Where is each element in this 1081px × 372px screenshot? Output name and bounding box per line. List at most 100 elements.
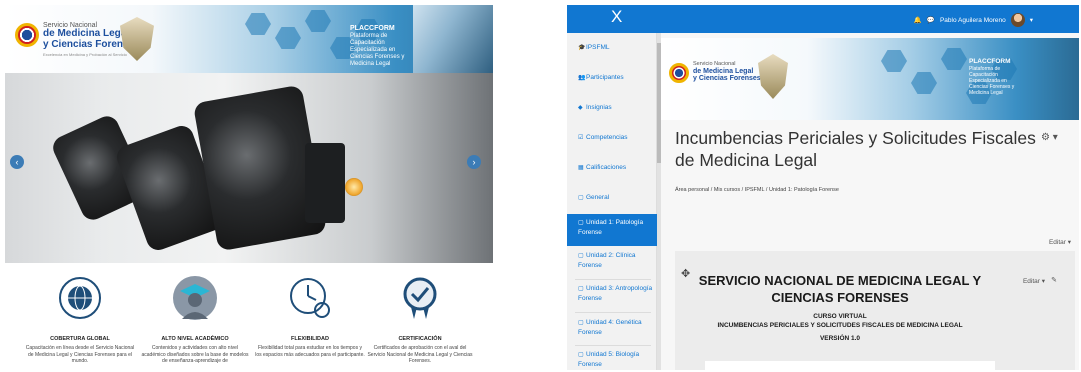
feature-certification: CERTIFICACIÓN Certificados de aprobación… [365,275,475,365]
sidebar-item-unit-5[interactable]: ▢ Unidad 5: Biología Forense [567,350,657,370]
user-name[interactable]: Pablo Aguilera Moreno [940,17,1006,24]
sidebar-item-general[interactable]: ▢ General [567,193,657,203]
sidebar-divider [575,279,651,280]
lamp-light [345,178,363,196]
certificate-icon [403,277,437,319]
check-icon: ☑ [578,135,584,141]
course-page-panel: X 🔔 💬 Pablo Aguilera Moreno ▾ 🎓IPSFML 👥P… [567,5,1079,370]
institution-logo-icon [669,63,689,83]
logo-line3: y Ciencias Forenses [693,75,761,83]
feature-flexibility: FLEXIBILIDAD Flexibilidad total para est… [255,275,365,358]
features-section: COBERTURA GLOBAL Capacitación en línea d… [5,275,493,370]
sidebar-item-label: IPSFML [586,44,610,51]
folder-icon: ▢ [578,195,584,201]
sidebar-item-unit-1[interactable]: ▢ Unidad 1: Patología Forense [567,214,657,246]
feature-description: Capacitación en línea desde el Servicio … [25,345,135,364]
placcform-text: Plataforma de Capacitación Especializada… [350,33,405,67]
sidebar-item-label: Unidad 1: Patología Forense [578,219,644,236]
section-edit-button[interactable]: Editar ▾ [1023,277,1045,285]
crest-icon [758,54,788,99]
sidebar-item-label: Unidad 5: Biología Forense [578,351,640,368]
section-subtitle-name: INCUMBENCIAS PERICIALES Y SOLICITUDES FI… [717,322,963,329]
sidebar-divider [575,345,651,346]
feature-description: Certificados de aprobación con el aval d… [367,345,473,364]
folder-icon: ▢ [578,286,584,292]
chat-icon[interactable]: 💬 [927,16,935,24]
sidebar-item-label: Unidad 3: Antropología Forense [578,285,653,302]
placcform-text: Plataforma de Capacitación Especializada… [969,65,1015,96]
placcform-banner: PLACCFORM Plataforma de Capacitación Esp… [969,58,1024,96]
top-navbar: X 🔔 💬 Pablo Aguilera Moreno ▾ [567,5,1079,33]
folder-icon: ▢ [578,253,584,259]
users-icon: 👥 [578,75,586,81]
main-content: Servicio Nacional de Medicina Legal y Ci… [661,33,1079,370]
edit-menu-button[interactable]: Editar ▾ [1049,238,1071,246]
sidebar-item-ipsfml[interactable]: 🎓IPSFML [567,43,657,53]
sidebar-item-label: Participantes [586,74,624,81]
edit-label: Editar [1048,239,1066,246]
sidebar-item-label: Insignias [586,104,612,111]
institution-name: Servicio Nacional de Medicina Legal y Ci… [693,61,761,83]
graduation-cap-icon: 🎓 [578,45,586,51]
sidebar-item-unit-3[interactable]: ▢ Unidad 3: Antropología Forense [567,284,657,304]
feature-title: FLEXIBILIDAD [291,336,329,342]
clock-icon [290,278,330,318]
feature-title: CERTIFICACIÓN [398,336,442,342]
site-header: Servicio Nacional de Medicina Legal y Ci… [5,5,493,73]
sidebar-item-label: General [586,194,610,201]
feature-description: Flexibilidad total para estudiar en los … [255,345,365,358]
sidebar-item-badges[interactable]: ◆ Insignias [567,103,657,113]
grid-icon: ▦ [578,165,584,171]
slider-prev-button[interactable]: ‹ [10,155,24,169]
microscope-arm [305,143,345,223]
sidebar-divider [575,312,651,313]
content-box [705,361,995,370]
folder-icon: ▢ [578,352,584,358]
avatar[interactable] [1010,13,1025,27]
header-photo [413,5,493,73]
institution-logo-icon[interactable] [15,23,39,47]
sidebar-item-label: Unidad 2: Clínica Forense [578,252,636,269]
sidebar-item-label: Competencias [586,134,628,141]
graduate-icon [173,276,217,320]
sidebar-item-competencies[interactable]: ☑ Competencias [567,133,657,143]
course-section: ✥ SERVICIO NACIONAL DE MEDICINA LEGAL Y … [675,251,1075,370]
logo-tagline: Excelencia en Medicina y Probación al Se… [43,52,127,58]
edit-label: Editar [1022,278,1040,285]
gear-icon[interactable]: ⚙ ▾ [1041,132,1058,143]
close-drawer-button[interactable]: X [611,7,622,27]
sidebar-item-label: Calificaciones [586,164,627,171]
feature-academic-level: ALTO NIVEL ACADÉMICO Contenidos y activi… [140,275,250,365]
folder-icon: ▢ [578,220,584,226]
page-title: Incumbencias Periciales y Solicitudes Fi… [675,128,1036,170]
course-navigation-drawer: 🎓IPSFML 👥Participantes ◆ Insignias ☑ Compe… [567,33,657,370]
landing-page-panel: Servicio Nacional de Medicina Legal y Ci… [5,5,493,370]
user-menu[interactable]: 🔔 💬 Pablo Aguilera Moreno ▾ [914,13,1033,27]
sidebar-item-label: Unidad 4: Genética Forense [578,319,642,336]
section-version: VERSIÓN 1.0 [819,335,861,342]
breadcrumb[interactable]: Área personal / Mis cursos / IPSFML / Un… [675,187,839,193]
bell-icon[interactable]: 🔔 [914,16,922,24]
sidebar-item-unit-4[interactable]: ▢ Unidad 4: Genética Forense [567,318,657,338]
folder-icon: ▢ [578,320,584,326]
placcform-banner: PLACCFORM Plataforma de Capacitación Esp… [350,25,410,68]
chevron-down-icon[interactable]: ▾ [1030,16,1033,24]
course-header-banner: Servicio Nacional de Medicina Legal y Ci… [661,38,1079,120]
feature-description: Contenidos y actividades con alto nivel … [141,345,249,364]
pencil-icon[interactable]: ✎ [1051,276,1057,284]
sidebar-item-unit-2[interactable]: ▢ Unidad 2: Clínica Forense [567,251,657,271]
feature-title: ALTO NIVEL ACADÉMICO [161,336,229,342]
globe-icon [59,277,101,319]
shield-icon: ◆ [578,105,583,111]
sidebar-item-participants[interactable]: 👥Participantes [567,73,657,83]
placcform-title: PLACCFORM [350,25,395,32]
feature-global-coverage: COBERTURA GLOBAL Capacitación en línea d… [25,275,135,365]
image-slider: ‹ › [5,73,493,263]
feature-title: COBERTURA GLOBAL [50,336,110,342]
section-heading: SERVICIO NACIONAL DE MEDICINA LEGAL Y CI… [698,273,982,305]
placcform-title: PLACCFORM [969,58,1011,65]
section-subtitle-course: CURSO VIRTUAL [813,313,867,320]
sidebar-item-grades[interactable]: ▦ Calificaciones [567,163,657,173]
logo-line2: de Medicina Legal [693,67,754,75]
slider-next-button[interactable]: › [467,155,481,169]
